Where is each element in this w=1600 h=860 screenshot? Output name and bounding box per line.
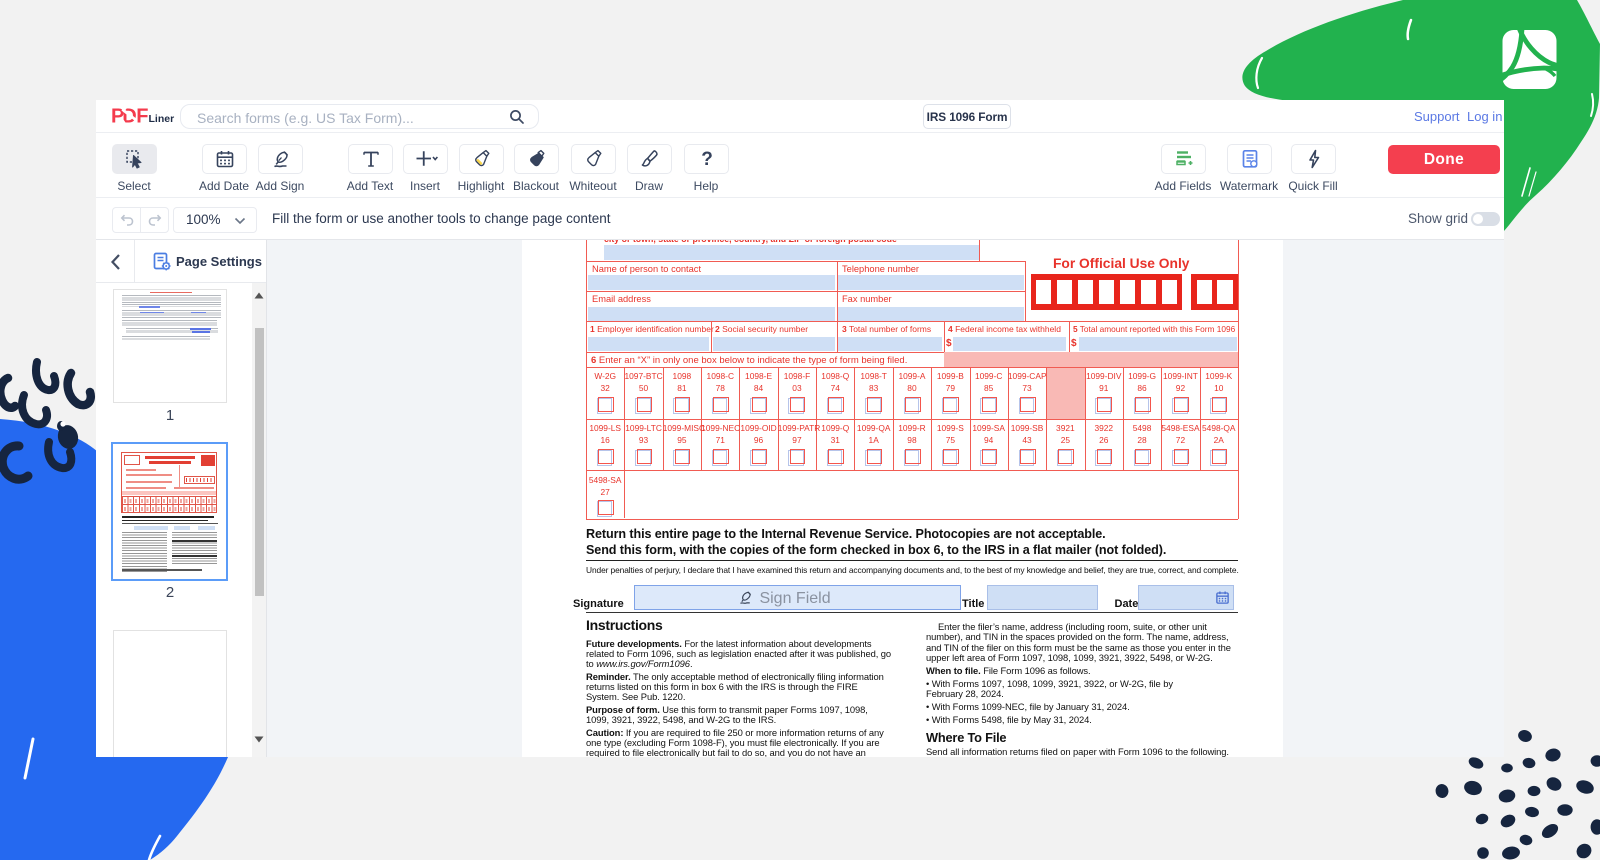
svg-text:F: F — [136, 106, 148, 128]
svg-text:Liner: Liner — [149, 113, 175, 125]
svg-text:?: ? — [701, 149, 713, 170]
